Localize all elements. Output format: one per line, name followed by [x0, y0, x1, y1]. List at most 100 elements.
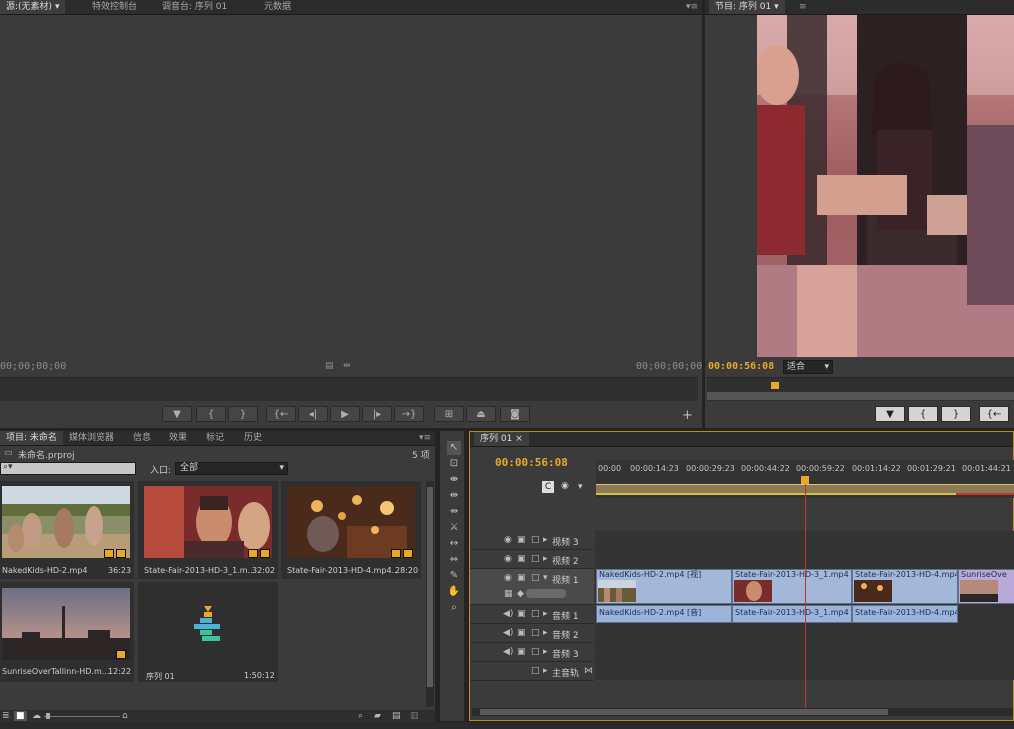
track-audio-1[interactable]: ◀) ▣ □ ▸ 音频 1 [470, 605, 594, 624]
expand-icon[interactable]: ▸ [543, 535, 548, 545]
snap-icon[interactable]: C [542, 481, 554, 493]
list-view-icon[interactable]: ≣ [2, 711, 10, 721]
keyframe-icon[interactable]: ◆ [517, 589, 524, 599]
program-playhead-marker[interactable] [771, 382, 779, 389]
tab-metadata[interactable]: 元数据 [258, 0, 297, 14]
tab-effect-controls[interactable]: 特效控制台 [86, 0, 143, 14]
rolling-edit-tool-icon[interactable]: ⇹ [447, 489, 461, 503]
lock-box-icon[interactable]: □ [531, 628, 540, 638]
tab-history[interactable]: 历史 [238, 431, 268, 445]
track-video-2[interactable]: ◉ ▣ □ ▸ 视频 2 [470, 550, 594, 569]
video-clip[interactable]: State-Fair-2013-HD-3_1.mp4 [732, 569, 852, 604]
overwrite-button[interactable]: ⏏ [466, 406, 496, 422]
lock-box-icon[interactable]: □ [531, 573, 540, 583]
lock-box-icon[interactable]: □ [531, 647, 540, 657]
zoom-slider-handle[interactable] [46, 713, 50, 719]
expand-icon[interactable]: ▸ [543, 647, 548, 657]
chevron-down-icon[interactable]: ▾ [55, 2, 60, 12]
source-timecode-left[interactable]: 00;00;00;00 [0, 361, 66, 372]
eye-icon[interactable]: ◉ [504, 573, 512, 583]
go-to-out-button[interactable]: →} [394, 406, 424, 422]
tab-info[interactable]: 信息 [127, 431, 157, 445]
automate-icon[interactable]: ☁ [32, 711, 41, 721]
track-master[interactable]: □ ▸ 主音轨 ⋈ [470, 662, 594, 681]
chevron-down-icon[interactable]: ▾ [774, 2, 779, 12]
film-icon[interactable]: ▣ [517, 609, 526, 619]
project-item[interactable]: NakedKids-HD-2.mp4 36:23 [0, 481, 134, 579]
track-select-tool-icon[interactable]: ⊡ [447, 457, 461, 471]
rate-stretch-tool-icon[interactable]: ⇴ [447, 505, 461, 519]
mark-out-button[interactable]: } [941, 406, 971, 422]
lock-box-icon[interactable]: □ [531, 554, 540, 564]
project-item[interactable]: State-Fair-2013-HD-3_1.m... 32:02 [138, 481, 278, 579]
project-item[interactable]: 序列 01 1:50:12 [138, 582, 278, 682]
tab-source[interactable]: 源:(无素材) ▾ [0, 0, 66, 14]
mark-in-button[interactable]: { [908, 406, 938, 422]
timeline-timecode[interactable]: 00:00:56:08 [495, 456, 568, 469]
ripple-edit-tool-icon[interactable]: ⇼ [447, 473, 461, 487]
razor-tool-icon[interactable]: ⚔ [447, 521, 461, 535]
eye-icon[interactable]: ◉ [504, 535, 512, 545]
find-icon[interactable]: ⌕ [358, 711, 363, 721]
expand-icon[interactable]: ▸ [543, 628, 548, 638]
settings-icon[interactable]: ⇹ [343, 361, 351, 371]
video-clip[interactable]: SunriseOve [958, 569, 1014, 604]
zoom-slider[interactable] [44, 713, 120, 719]
track-video-1[interactable]: ◉ ▣ □ ▾ 视频 1 ▦ ◆ [470, 569, 594, 605]
close-icon[interactable]: × [515, 434, 523, 444]
play-button[interactable]: ▶ [330, 406, 360, 422]
add-marker-icon[interactable]: ▾ [578, 482, 583, 492]
tab-project[interactable]: 项目: 未命名 [0, 431, 63, 445]
panel-menu-icon[interactable]: ≡ [799, 0, 807, 14]
lock-box-icon[interactable]: □ [531, 535, 540, 545]
eye-icon[interactable]: ◉ [504, 554, 512, 564]
pen-tool-icon[interactable]: ✎ [447, 569, 461, 583]
film-icon[interactable]: ▣ [517, 573, 526, 583]
add-marker-button[interactable]: ▼ [162, 406, 192, 422]
safe-margins-icon[interactable]: ▤ [325, 361, 334, 371]
slip-tool-icon[interactable]: ↔ [447, 537, 461, 551]
hand-tool-icon[interactable]: ✋ [447, 585, 461, 599]
zoom-select[interactable]: 适合 ▾ [783, 360, 833, 374]
icon-view-icon[interactable]: ■ [14, 711, 27, 721]
lock-box-icon[interactable]: □ [531, 666, 540, 676]
insert-button[interactable]: ⊞ [434, 406, 464, 422]
panel-menu-icon[interactable]: ▾≡ [419, 431, 431, 445]
tab-media-browser[interactable]: 媒体浏览器 [63, 431, 120, 445]
source-scrub-bar[interactable] [0, 377, 698, 401]
program-timecode[interactable]: 00:00:56:08 [708, 361, 774, 372]
go-to-in-button[interactable]: {← [979, 406, 1009, 422]
speaker-icon[interactable]: ◀) [503, 628, 513, 638]
panel-menu-icon[interactable]: ▾≡ [686, 0, 698, 14]
film-icon[interactable]: ▣ [517, 535, 526, 545]
film-icon[interactable]: ▣ [517, 628, 526, 638]
playhead-line[interactable] [805, 484, 806, 712]
selection-tool-icon[interactable]: ↖ [447, 441, 461, 455]
film-icon[interactable]: ▣ [517, 554, 526, 564]
mark-in-button[interactable]: { [196, 406, 226, 422]
add-marker-button[interactable]: ▼ [875, 406, 905, 422]
track-audio-2[interactable]: ◀) ▣ □ ▸ 音频 2 [470, 624, 594, 643]
tab-sequence-01[interactable]: 序列 01 × [474, 432, 529, 446]
tab-markers[interactable]: 标记 [200, 431, 230, 445]
entry-select[interactable]: 全部 ▾ [175, 462, 288, 475]
project-item[interactable]: State-Fair-2013-HD-4.mp4... 28:20 [281, 481, 421, 579]
source-timecode-right[interactable]: 00;00;00;00 [636, 361, 702, 372]
timeline-scrollbar[interactable] [472, 708, 1013, 716]
project-scrollbar[interactable] [426, 481, 434, 707]
new-item-icon[interactable]: ▤ [392, 711, 401, 721]
link-icon[interactable]: ◉ [561, 481, 569, 491]
tab-effects[interactable]: 效果 [163, 431, 193, 445]
slide-tool-icon[interactable]: ⇔ [447, 553, 461, 567]
playhead-handle-icon[interactable] [801, 476, 809, 484]
audio-clip[interactable]: State-Fair-2013-HD-4.mp4 [852, 605, 958, 623]
scroll-thumb[interactable] [480, 709, 888, 715]
track-video-3[interactable]: ◉ ▣ □ ▸ 视频 3 [470, 531, 594, 550]
project-item[interactable]: SunriseOverTallinn-HD.m... 12:22 [0, 582, 134, 682]
speaker-icon[interactable]: ◀) [503, 647, 513, 657]
video-clip[interactable]: NakedKids-HD-2.mp4 [视] [596, 569, 732, 604]
speaker-icon[interactable]: ◀) [503, 609, 513, 619]
tab-audio-mixer[interactable]: 调音台: 序列 01 [156, 0, 233, 14]
program-scrub-bar[interactable] [707, 377, 1014, 401]
step-back-button[interactable]: ◂| [298, 406, 328, 422]
